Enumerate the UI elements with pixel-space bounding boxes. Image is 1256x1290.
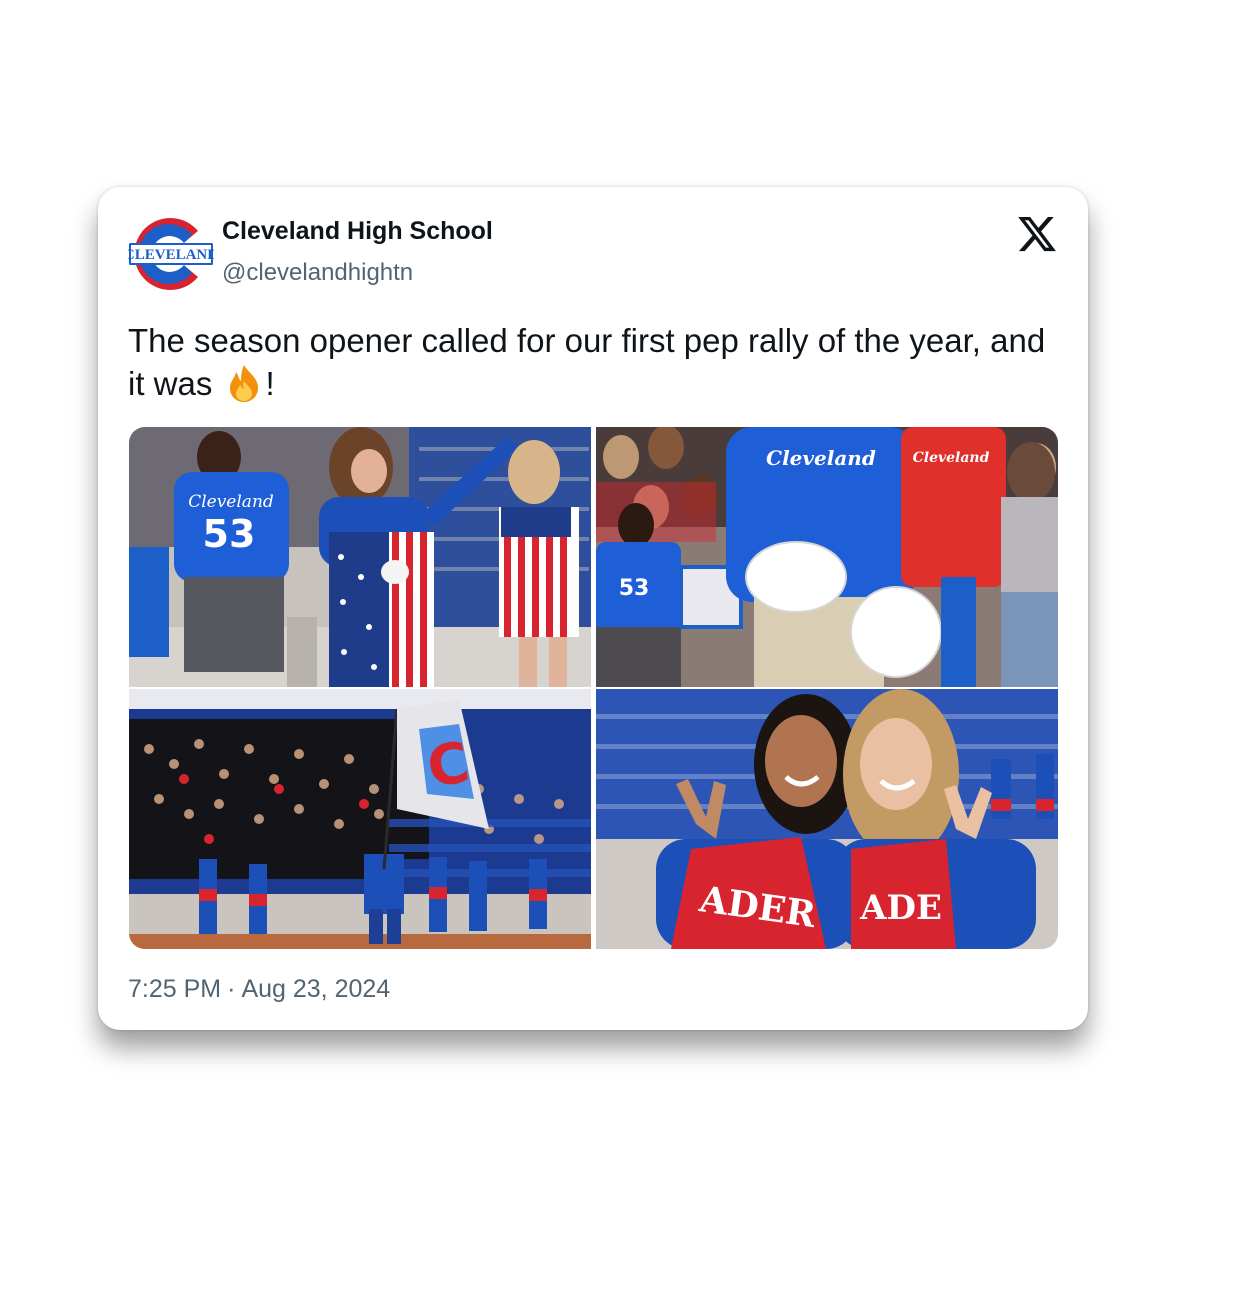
shirt-text-red: Cleveland — [913, 450, 990, 466]
photo2-jersey-number: 53 — [619, 576, 650, 601]
photo-flag-bleachers[interactable]: C — [129, 689, 591, 949]
avatar-text: CLEVELAND — [128, 247, 214, 263]
tweet-card[interactable]: CLEVELAND Cleveland High School @clevela… — [98, 187, 1088, 1030]
display-name[interactable]: Cleveland High School — [222, 217, 493, 246]
jersey-number: 53 — [203, 512, 256, 556]
timestamp-time: 7:25 PM — [128, 975, 222, 1003]
photo-singer-flag-overalls[interactable]: Cleveland 53 — [129, 427, 591, 687]
fire-emoji-icon — [222, 363, 266, 403]
tweet-text-end: ! — [265, 365, 275, 402]
timestamp-separator: · — [227, 975, 236, 1003]
photo-pompoms-crowd[interactable]: 53 Cleveland Cleveland — [596, 427, 1058, 687]
media-grid[interactable]: Cleveland 53 53 Cleveland Cleveland C AD… — [129, 427, 1058, 949]
jersey-text: Cleveland — [188, 492, 274, 512]
handle[interactable]: @clevelandhightn — [222, 259, 413, 287]
shirt-text-blue: Cleveland — [766, 446, 876, 470]
x-logo-icon[interactable] — [1016, 213, 1058, 255]
photo-two-cheerleaders[interactable]: ADER ADE — [596, 689, 1058, 949]
cleveland-c-logo-icon: CLEVELAND — [128, 212, 214, 296]
timestamp-date: Aug 23, 2024 — [241, 975, 391, 1003]
timestamp[interactable]: 7:25 PM · Aug 23, 2024 — [128, 975, 390, 1004]
tweet-text: The season opener called for our first p… — [128, 319, 1063, 405]
svg-text:ADE: ADE — [859, 888, 942, 928]
avatar[interactable]: CLEVELAND — [128, 211, 214, 297]
